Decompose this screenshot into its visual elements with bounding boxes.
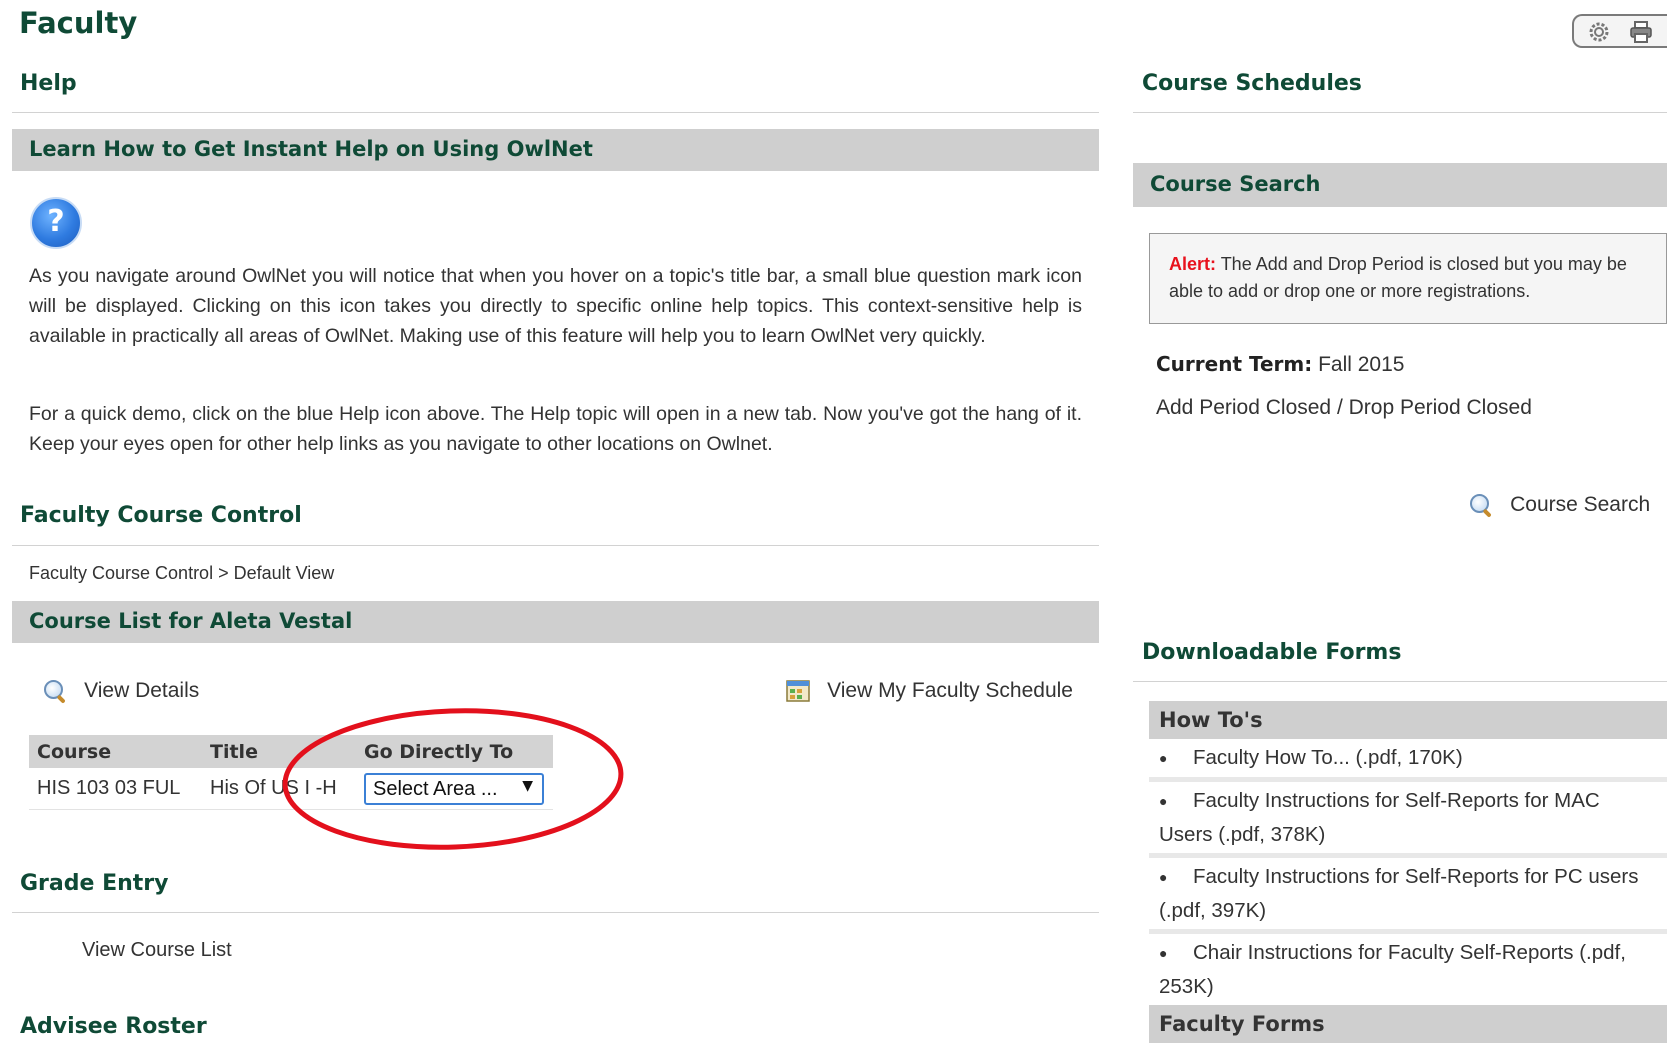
help-title-bar[interactable]: Learn How to Get Instant Help on Using O… xyxy=(12,129,1099,171)
course-search-label: Course Search xyxy=(1510,493,1651,516)
howtos-title: How To's xyxy=(1159,708,1263,732)
gear-icon[interactable] xyxy=(1586,20,1612,44)
form-link: Faculty How To... (.pdf, 170K) xyxy=(1193,746,1463,769)
downloadable-forms-title: Downloadable Forms xyxy=(1142,640,1402,665)
bullet: ● xyxy=(1159,750,1168,767)
course-list-title-bar: Course List for Aleta Vestal xyxy=(12,601,1099,643)
list-item[interactable]: ● Faculty Instructions for Self-Reports f… xyxy=(1149,858,1667,935)
course-schedules-title: Course Schedules xyxy=(1142,71,1362,96)
divider xyxy=(1133,112,1667,113)
divider xyxy=(1133,681,1667,682)
schedule-icon xyxy=(786,679,810,703)
divider xyxy=(12,912,1099,913)
breadcrumb[interactable]: Faculty Course Control > Default View xyxy=(29,563,334,584)
form-link: Faculty Instructions for Self-Reports fo… xyxy=(1159,865,1639,923)
magnifier-icon xyxy=(43,679,67,704)
course-list-title: Course List for Aleta Vestal xyxy=(29,609,353,633)
alert-message: Alert: The Add and Drop Period is closed… xyxy=(1169,251,1649,305)
view-course-list-link[interactable]: View Course List xyxy=(82,939,232,962)
magnifier-icon xyxy=(1469,493,1493,518)
list-item[interactable]: ● Chair Instructions for Faculty Self-Rep… xyxy=(1149,934,1667,1006)
help-question-icon[interactable]: ? xyxy=(30,197,82,249)
view-faculty-schedule-link[interactable]: View My Faculty Schedule xyxy=(786,679,1073,703)
divider xyxy=(12,545,1099,546)
current-term-label: Current Term: xyxy=(1156,352,1313,376)
help-bar-title: Learn How to Get Instant Help on Using O… xyxy=(29,137,593,161)
bullet: ● xyxy=(1159,869,1168,886)
current-term: Current Term: Fall 2015 xyxy=(1156,352,1404,377)
form-link: Chair Instructions for Faculty Self-Repo… xyxy=(1159,941,1626,999)
page-tools xyxy=(1572,14,1667,48)
help-section-title: Help xyxy=(20,71,77,96)
view-faculty-schedule-label: View My Faculty Schedule xyxy=(827,679,1073,702)
alert-text: The Add and Drop Period is closed but yo… xyxy=(1169,254,1627,301)
faculty-forms-bar: Faculty Forms xyxy=(1149,1005,1667,1044)
form-link: Faculty Instructions for Self-Reports fo… xyxy=(1159,789,1600,847)
downloadable-forms-list: How To's ● Faculty How To... (.pdf, 170K)… xyxy=(1149,701,1667,1044)
view-details-label: View Details xyxy=(84,679,200,702)
current-term-value: Fall 2015 xyxy=(1312,353,1405,376)
page-title: Faculty xyxy=(19,6,138,40)
grade-entry-title: Grade Entry xyxy=(20,871,169,896)
bullet: ● xyxy=(1159,945,1168,962)
course-search-link[interactable]: Course Search xyxy=(1469,493,1651,518)
list-item[interactable]: ● Faculty How To... (.pdf, 170K) xyxy=(1149,739,1667,783)
help-paragraph-2: For a quick demo, click on the blue Help… xyxy=(29,403,1082,455)
printer-icon[interactable] xyxy=(1628,20,1654,44)
course-code-cell: HIS 103 03 FUL xyxy=(37,777,181,799)
divider xyxy=(12,112,1099,113)
course-search-title-bar: Course Search xyxy=(1133,163,1667,207)
view-details-link[interactable]: View Details xyxy=(43,679,200,704)
faculty-course-control-title: Faculty Course Control xyxy=(20,503,302,528)
alert-box: Alert: The Add and Drop Period is closed… xyxy=(1149,233,1667,324)
course-search-bar-title: Course Search xyxy=(1150,172,1321,196)
advisee-roster-title: Advisee Roster xyxy=(20,1014,207,1039)
column-header-title: Title xyxy=(210,741,258,763)
faculty-forms-title: Faculty Forms xyxy=(1159,1012,1325,1037)
help-paragraph-1: As you navigate around OwlNet you will n… xyxy=(29,265,1082,347)
red-annotation-circle xyxy=(282,708,624,850)
list-item[interactable]: ● Faculty Instructions for Self-Reports f… xyxy=(1149,782,1667,859)
howtos-bar: How To's xyxy=(1149,701,1667,739)
alert-label: Alert: xyxy=(1169,254,1217,274)
column-header-course: Course xyxy=(37,741,112,763)
period-status: Add Period Closed / Drop Period Closed xyxy=(1156,396,1532,419)
bullet: ● xyxy=(1159,793,1168,810)
